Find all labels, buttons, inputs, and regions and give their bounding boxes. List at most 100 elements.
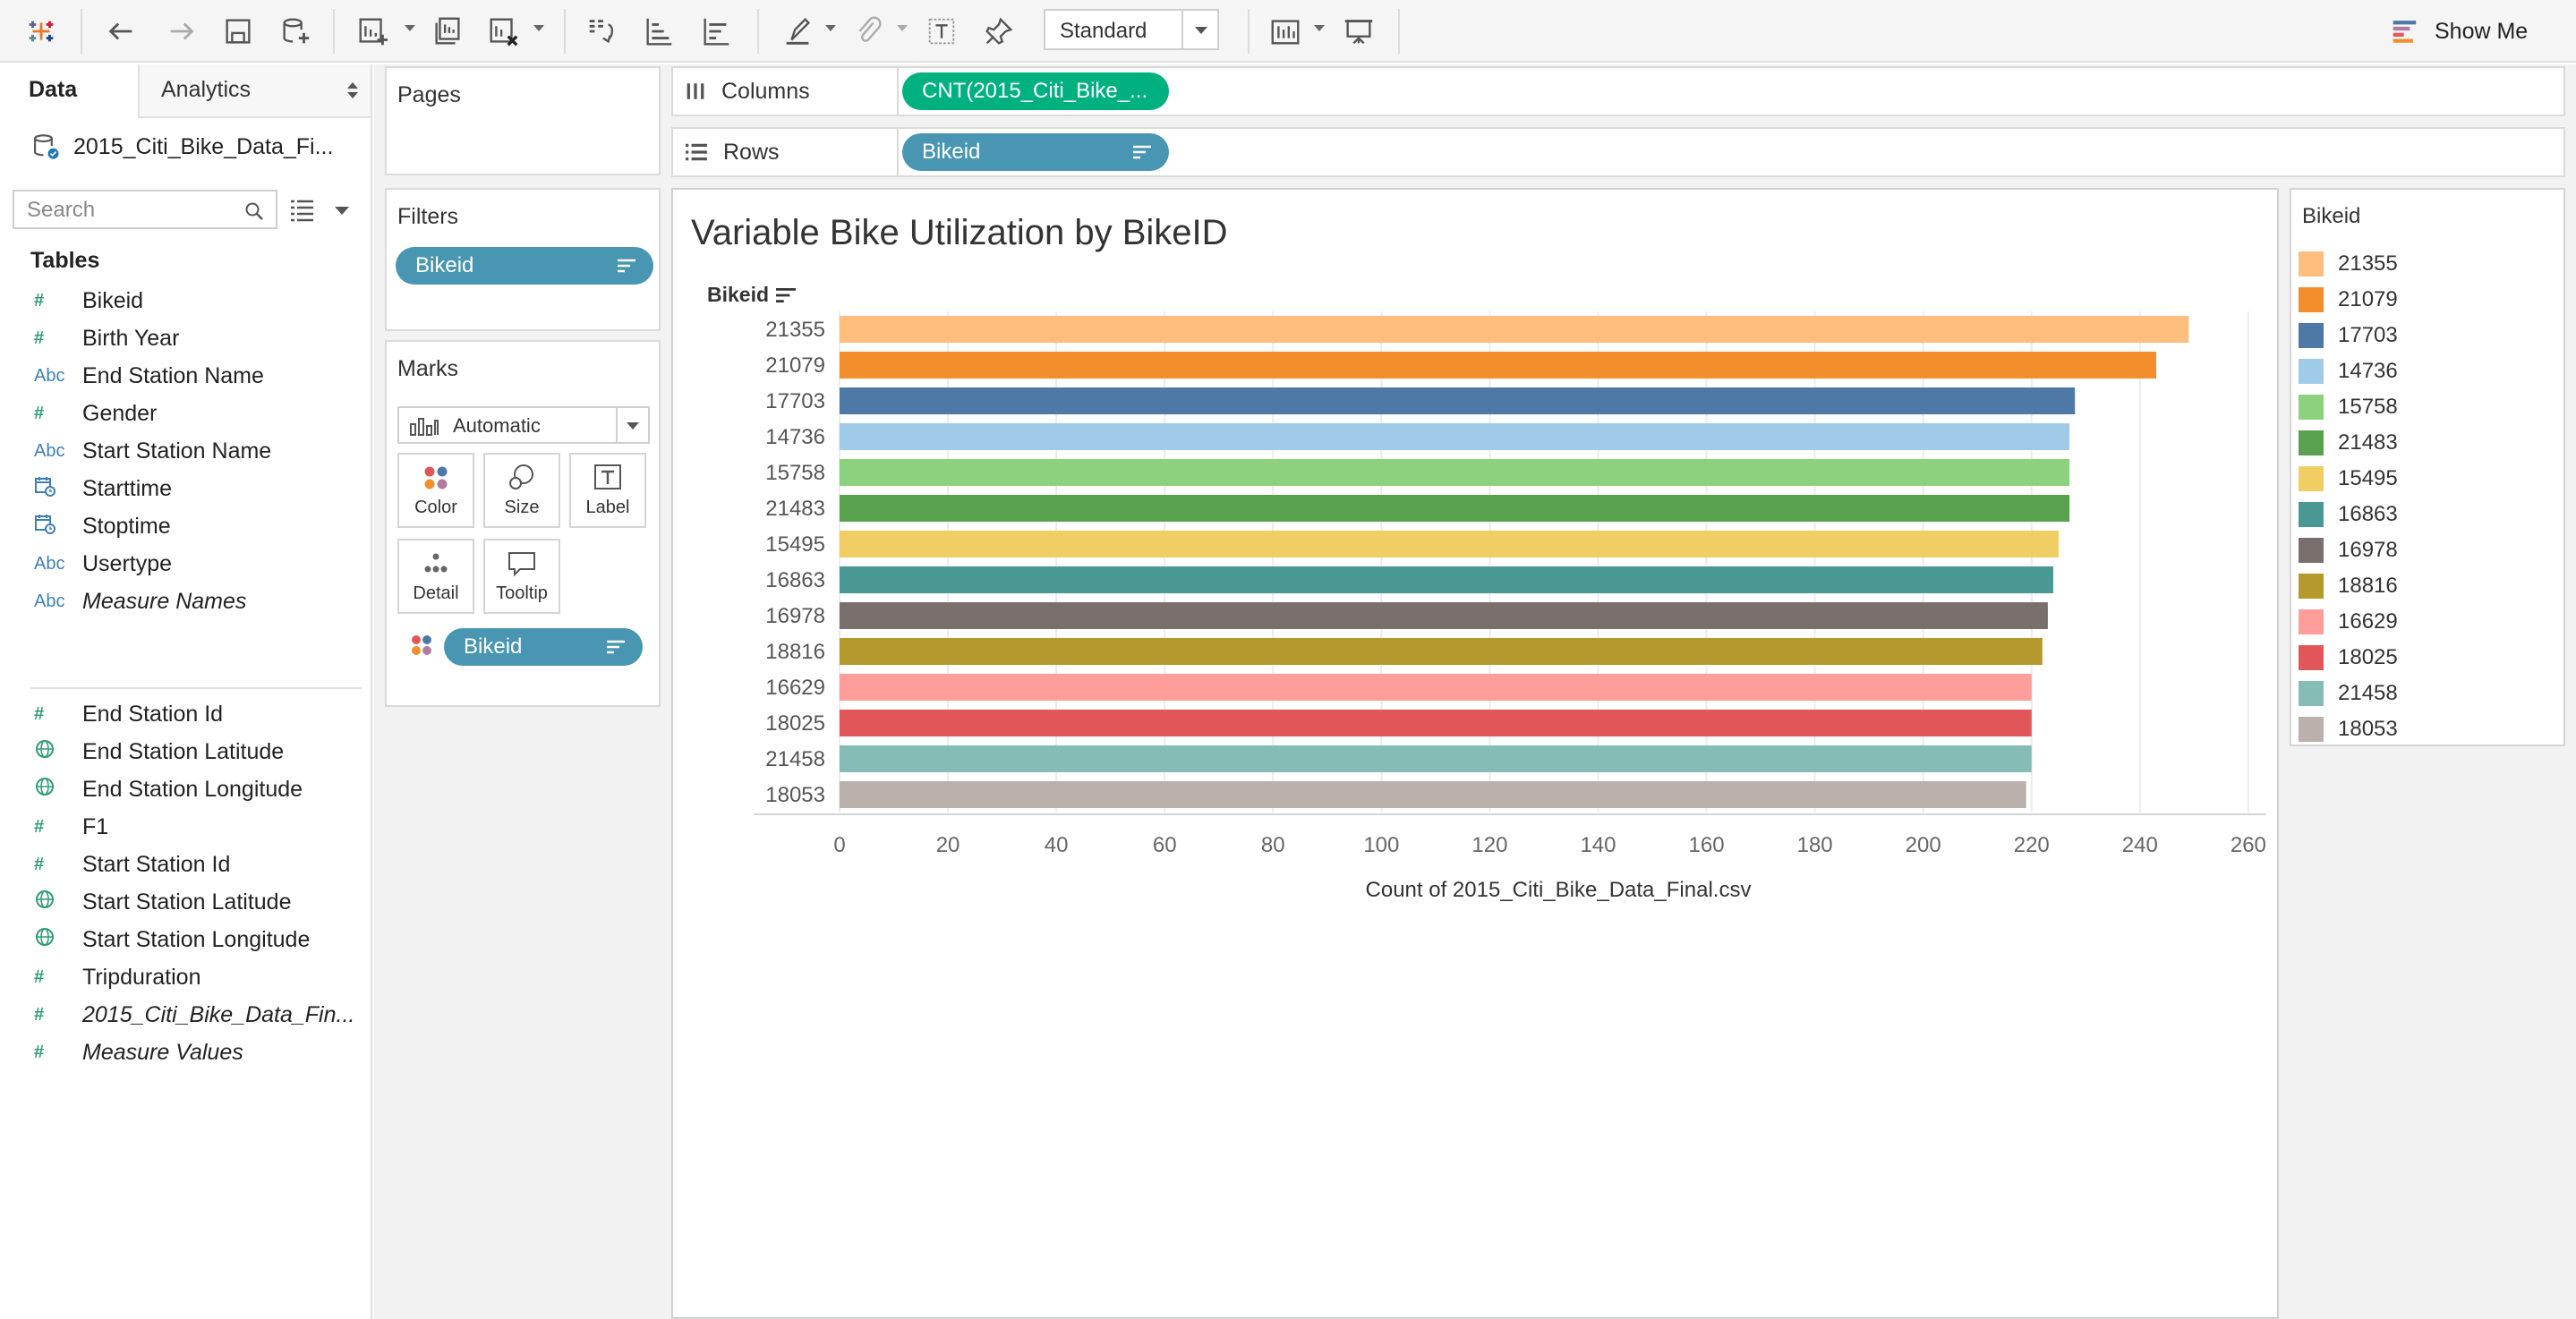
rows-pill[interactable]: Bikeid bbox=[902, 133, 1169, 171]
chevron-down-icon[interactable] bbox=[533, 25, 544, 31]
tableau-logo-icon[interactable] bbox=[21, 12, 61, 51]
marks-pill-bikeid[interactable]: Bikeid bbox=[444, 628, 643, 666]
legend-item[interactable]: 18053 bbox=[2299, 712, 2398, 746]
bar[interactable] bbox=[840, 531, 2060, 557]
field-item[interactable]: # Start Station Id bbox=[0, 847, 371, 882]
new-worksheet-icon[interactable] bbox=[353, 12, 392, 51]
fit-dropdown[interactable]: Standard bbox=[1044, 9, 1219, 50]
bar[interactable] bbox=[840, 459, 2070, 486]
number-icon: # bbox=[34, 328, 45, 348]
pages-card[interactable]: Pages bbox=[385, 66, 661, 175]
color-button[interactable]: Color bbox=[397, 453, 474, 528]
detail-button[interactable]: Detail bbox=[397, 539, 474, 614]
chevron-down-icon[interactable] bbox=[616, 408, 648, 442]
field-item[interactable]: # Tripduration bbox=[0, 959, 371, 995]
field-item[interactable]: Stoptime bbox=[0, 508, 371, 544]
legend-item[interactable]: 18025 bbox=[2299, 641, 2398, 675]
legend-item[interactable]: 17703 bbox=[2299, 319, 2398, 353]
legend-item[interactable]: 21079 bbox=[2299, 283, 2398, 317]
field-item[interactable]: Starttime bbox=[0, 471, 371, 506]
legend-item[interactable]: 18816 bbox=[2299, 569, 2398, 603]
legend-item[interactable]: 16863 bbox=[2299, 498, 2398, 532]
field-item[interactable]: Start Station Latitude bbox=[0, 884, 371, 920]
legend-item[interactable]: 14736 bbox=[2299, 354, 2398, 388]
filter-pill-bikeid[interactable]: Bikeid bbox=[396, 247, 653, 285]
field-item[interactable]: Abc Start Station Name bbox=[0, 433, 371, 469]
highlight-icon[interactable] bbox=[779, 12, 818, 51]
field-item[interactable]: End Station Longitude bbox=[0, 771, 371, 807]
bar[interactable] bbox=[840, 710, 2032, 736]
bar[interactable] bbox=[840, 387, 2076, 414]
swap-rows-columns-icon[interactable] bbox=[582, 12, 621, 51]
field-item[interactable]: # Gender bbox=[0, 396, 371, 431]
field-item[interactable]: # Bikeid bbox=[0, 283, 371, 319]
row-header[interactable]: Bikeid bbox=[707, 283, 797, 307]
legend-item[interactable]: 16978 bbox=[2299, 533, 2398, 567]
chevron-down-icon[interactable] bbox=[825, 25, 836, 31]
rows-shelf[interactable]: Rows Bikeid bbox=[671, 127, 2565, 177]
field-item[interactable]: Start Station Longitude bbox=[0, 922, 371, 957]
bar[interactable] bbox=[840, 495, 2070, 522]
columns-pill[interactable]: CNT(2015_Citi_Bike_... bbox=[902, 72, 1169, 110]
show-mark-labels-icon[interactable] bbox=[922, 12, 961, 51]
legend-label: 21355 bbox=[2338, 251, 2398, 276]
label-button[interactable]: Label bbox=[569, 453, 646, 528]
field-item[interactable]: # Measure Values bbox=[0, 1034, 371, 1070]
legend-item[interactable]: 21355 bbox=[2299, 247, 2398, 281]
tooltip-button[interactable]: Tooltip bbox=[483, 539, 560, 614]
legend-item[interactable]: 21458 bbox=[2299, 677, 2398, 711]
field-name: Start Station Latitude bbox=[82, 889, 292, 915]
tab-analytics[interactable]: Analytics bbox=[138, 64, 371, 118]
bar[interactable] bbox=[840, 781, 2026, 808]
legend-item[interactable]: 21483 bbox=[2299, 426, 2398, 460]
view-as-list-icon[interactable] bbox=[288, 195, 317, 224]
field-item[interactable]: Abc End Station Name bbox=[0, 358, 371, 394]
save-icon[interactable] bbox=[218, 12, 258, 51]
show-me-button[interactable]: Show Me bbox=[2392, 12, 2528, 51]
field-item[interactable]: Abc Usertype bbox=[0, 546, 371, 582]
sort-descending-icon[interactable] bbox=[696, 12, 736, 51]
bar[interactable] bbox=[840, 602, 2048, 629]
chevron-down-icon[interactable] bbox=[1181, 11, 1217, 48]
legend-item[interactable]: 15758 bbox=[2299, 390, 2398, 424]
filters-card[interactable]: Filters Bikeid bbox=[385, 188, 661, 331]
group-members-icon[interactable] bbox=[849, 12, 888, 51]
bar[interactable] bbox=[840, 316, 2189, 343]
search-input[interactable] bbox=[27, 197, 233, 224]
field-item[interactable]: # End Station Id bbox=[0, 696, 371, 732]
bar[interactable] bbox=[840, 674, 2032, 701]
pin-icon[interactable] bbox=[979, 12, 1019, 51]
bar[interactable] bbox=[840, 638, 2043, 665]
bar[interactable] bbox=[840, 423, 2070, 450]
bar[interactable] bbox=[840, 566, 2053, 593]
sort-ascending-icon[interactable] bbox=[639, 12, 678, 51]
field-item[interactable]: Abc Measure Names bbox=[0, 583, 371, 619]
chevron-down-icon[interactable] bbox=[335, 207, 349, 215]
legend-item[interactable]: 16629 bbox=[2299, 605, 2398, 639]
bar[interactable] bbox=[840, 745, 2032, 772]
bar[interactable] bbox=[840, 352, 2156, 379]
search-field[interactable] bbox=[13, 190, 277, 229]
y-tick-label: 21458 bbox=[765, 747, 825, 771]
undo-icon[interactable] bbox=[102, 12, 141, 51]
size-button[interactable]: Size bbox=[483, 453, 560, 528]
duplicate-sheet-icon[interactable] bbox=[428, 12, 467, 51]
tab-data[interactable]: Data bbox=[0, 64, 138, 118]
presentation-mode-icon[interactable] bbox=[1339, 12, 1378, 51]
legend-item[interactable]: 15495 bbox=[2299, 462, 2398, 496]
chevron-down-icon[interactable] bbox=[897, 25, 908, 31]
redo-icon[interactable] bbox=[161, 12, 200, 51]
show-cards-icon[interactable] bbox=[1266, 12, 1305, 51]
field-item[interactable]: # Birth Year bbox=[0, 320, 371, 356]
field-item[interactable]: # F1 bbox=[0, 809, 371, 845]
columns-shelf[interactable]: Columns CNT(2015_Citi_Bike_... bbox=[671, 66, 2565, 116]
field-item[interactable]: #2015_Citi_Bike_Data_Fin... bbox=[0, 997, 371, 1033]
sort-icon[interactable] bbox=[776, 287, 797, 303]
mark-type-dropdown[interactable]: Automatic bbox=[397, 406, 650, 444]
field-item[interactable]: End Station Latitude bbox=[0, 734, 371, 770]
chevron-down-icon[interactable] bbox=[405, 25, 415, 31]
new-data-source-icon[interactable] bbox=[276, 12, 315, 51]
datasource-item[interactable]: 2015_Citi_Bike_Data_Fi... bbox=[30, 127, 333, 166]
clear-sheet-icon[interactable] bbox=[483, 12, 523, 51]
chevron-down-icon[interactable] bbox=[1314, 25, 1325, 31]
